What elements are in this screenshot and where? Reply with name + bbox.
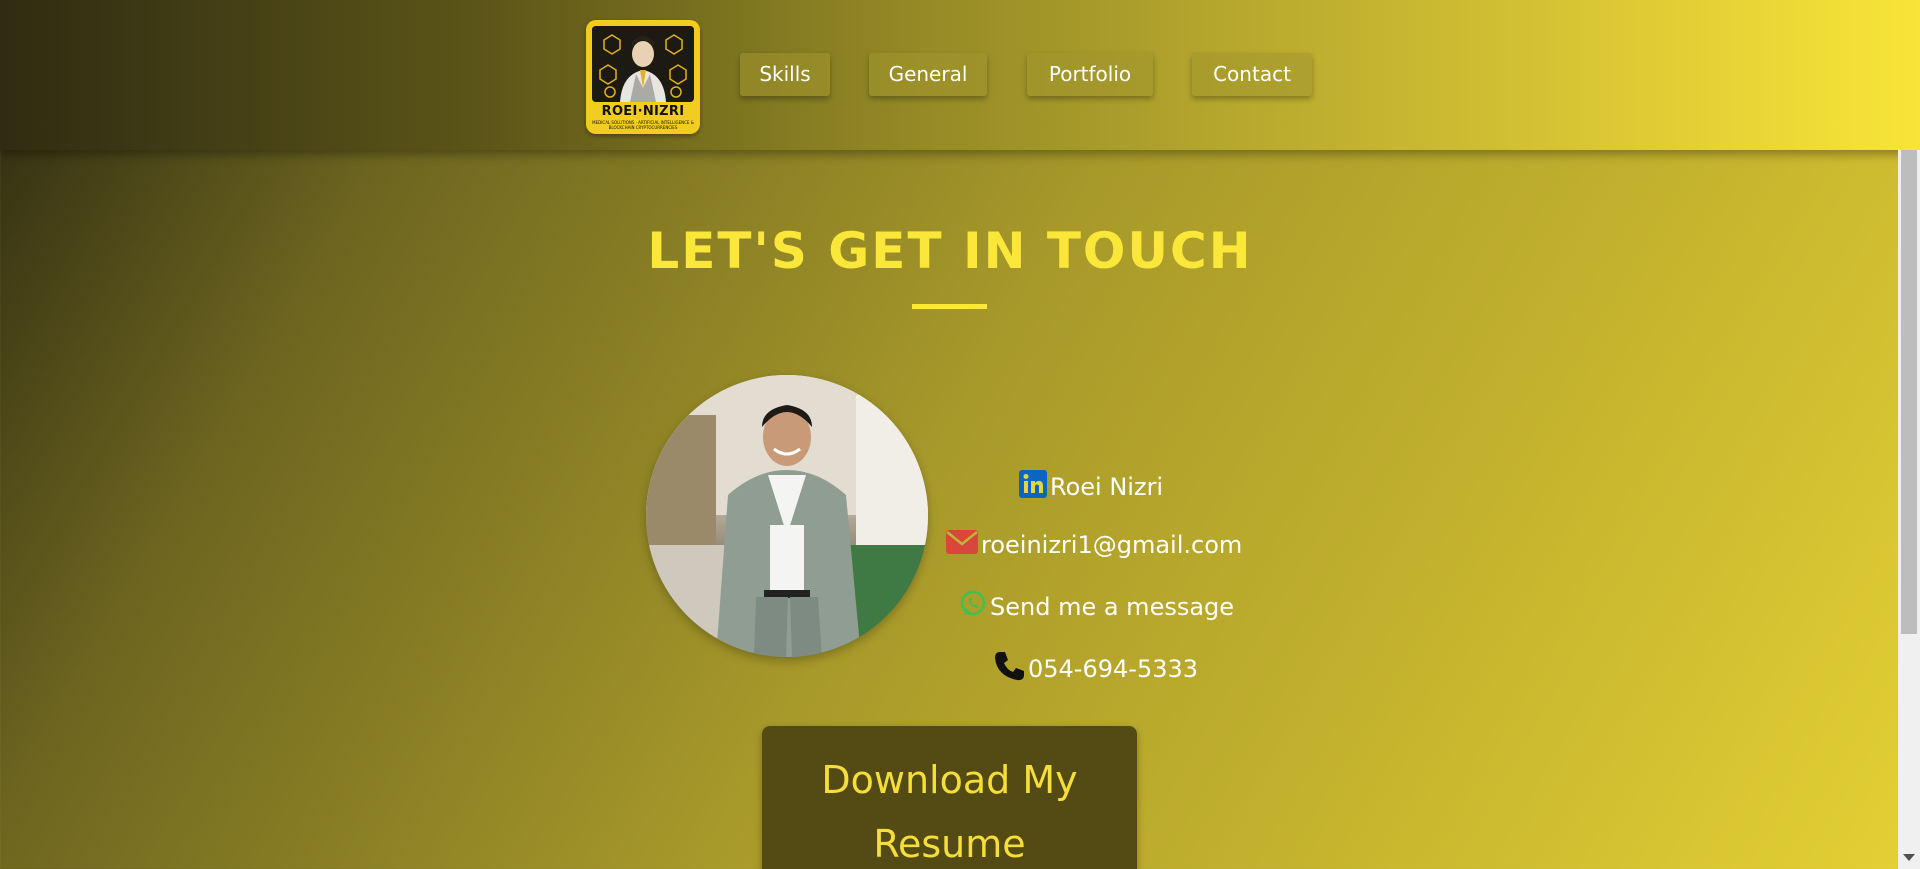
linkedin-icon <box>1019 470 1047 504</box>
profile-photo <box>646 375 928 657</box>
nav-contact[interactable]: Contact <box>1192 53 1312 96</box>
email-label: roeinizri1@gmail.com <box>981 531 1243 559</box>
whatsapp-icon <box>959 590 987 624</box>
nav-general[interactable]: General <box>869 53 987 96</box>
scroll-down-arrow-icon[interactable] <box>1903 854 1915 861</box>
title-underline <box>912 304 987 309</box>
logo-illustration <box>592 26 694 102</box>
phone-label: 054-694-5333 <box>1028 655 1199 683</box>
nav-portfolio[interactable]: Portfolio <box>1027 53 1153 96</box>
contact-email[interactable]: roeinizri1@gmail.com <box>946 530 1242 560</box>
logo-portrait-graphic <box>592 26 694 102</box>
contact-whatsapp[interactable]: Send me a message <box>959 590 1234 624</box>
logo-subtitle: MEDICAL SOLUTIONS · ARTIFICIAL INTELLIGE… <box>592 120 694 130</box>
site-header: ROEI·NIZRI MEDICAL SOLUTIONS · ARTIFICIA… <box>0 0 1920 150</box>
scrollbar-thumb[interactable] <box>1901 150 1917 634</box>
phone-icon <box>993 650 1025 688</box>
contact-phone[interactable]: 054-694-5333 <box>993 650 1198 688</box>
page-title: LET'S GET IN TOUCH <box>647 222 1253 280</box>
nav-skills[interactable]: Skills <box>740 53 830 96</box>
logo-title: ROEI·NIZRI <box>601 104 685 119</box>
vertical-scrollbar[interactable] <box>1898 150 1920 869</box>
linkedin-label: Roei Nizri <box>1050 473 1164 501</box>
logo[interactable]: ROEI·NIZRI MEDICAL SOLUTIONS · ARTIFICIA… <box>586 20 700 134</box>
contact-linkedin[interactable]: Roei Nizri <box>1019 470 1163 504</box>
profile-portrait-graphic <box>646 375 928 657</box>
download-resume-button[interactable]: Download My Resume <box>762 726 1137 869</box>
envelope-icon <box>946 530 978 560</box>
whatsapp-label: Send me a message <box>990 593 1235 621</box>
